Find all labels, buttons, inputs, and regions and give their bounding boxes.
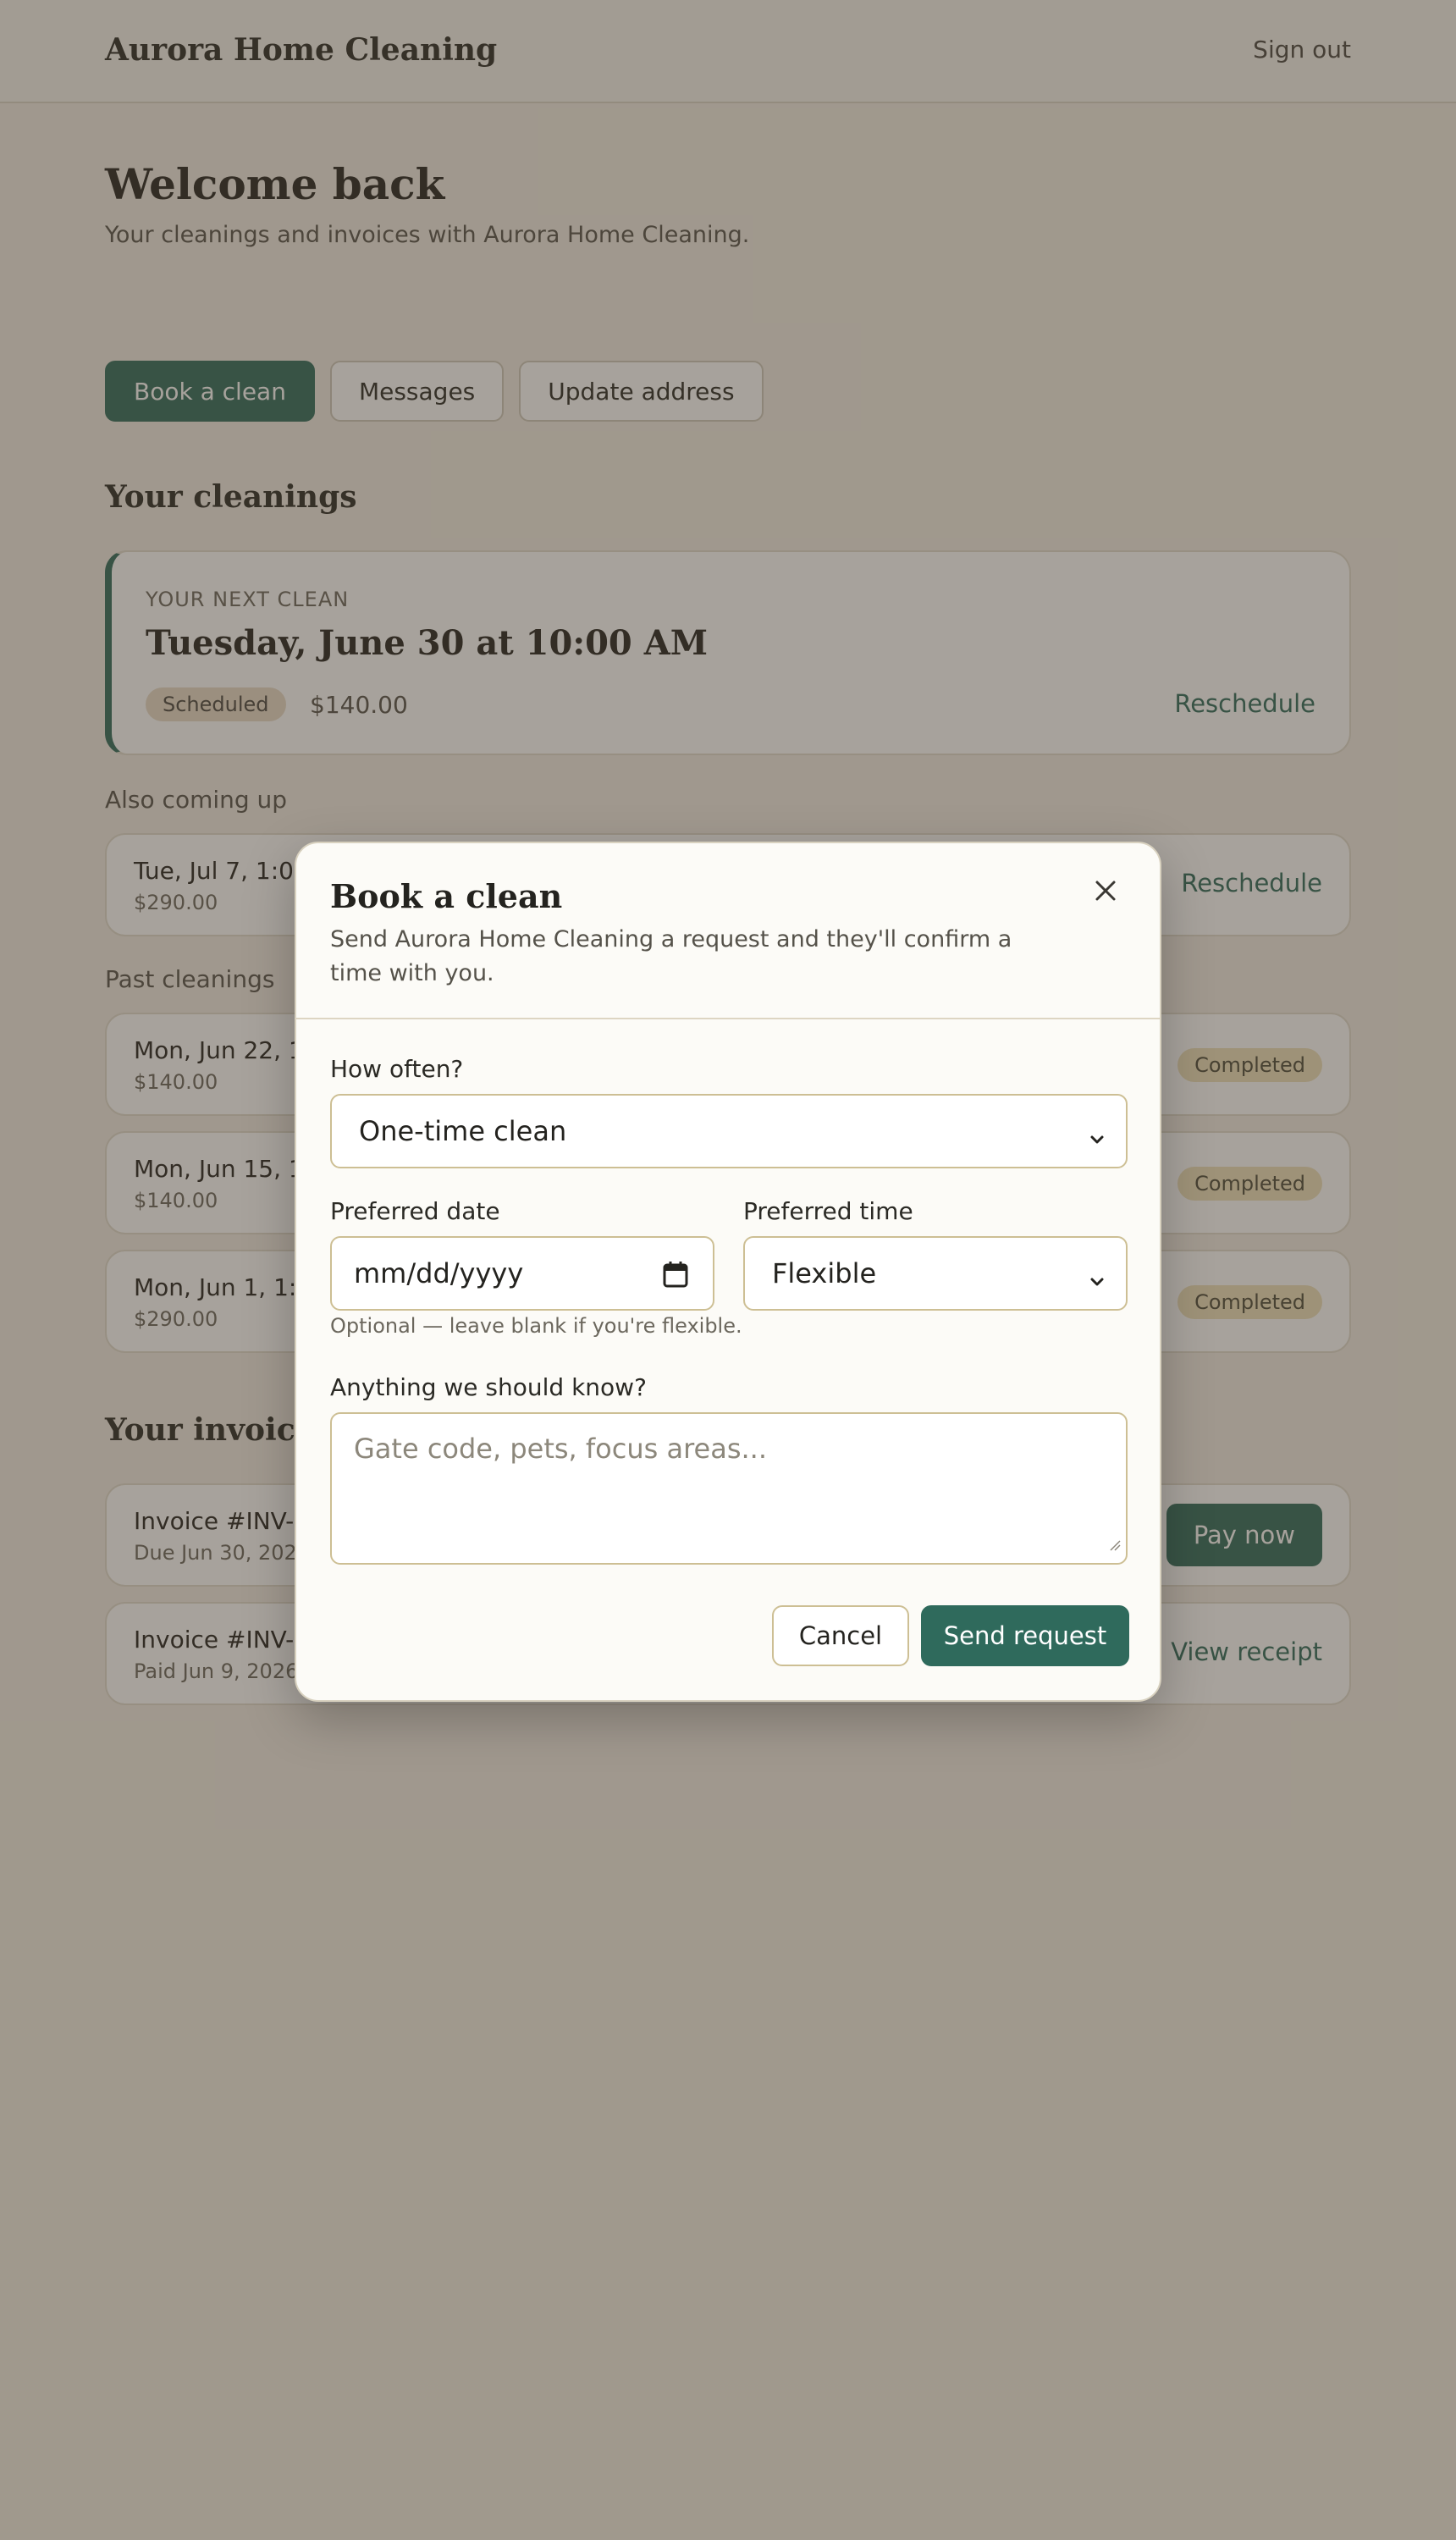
- cancel-button[interactable]: Cancel: [772, 1605, 909, 1666]
- send-request-button[interactable]: Send request: [921, 1605, 1129, 1666]
- frequency-select[interactable]: One-time clean: [330, 1094, 1128, 1168]
- date-placeholder: mm/dd/yyyy: [354, 1257, 524, 1289]
- notes-placeholder: Gate code, pets, focus areas...: [354, 1433, 767, 1465]
- date-hint: Optional — leave blank if you're flexibl…: [330, 1314, 742, 1338]
- dialog-title: Book a clean: [330, 877, 563, 915]
- notes-textarea[interactable]: Gate code, pets, focus areas...: [330, 1412, 1128, 1565]
- dialog-description: Send Aurora Home Cleaning a request and …: [330, 926, 1012, 986]
- preferred-time-select[interactable]: Flexible: [743, 1236, 1128, 1311]
- resize-handle-icon[interactable]: [1107, 1526, 1121, 1558]
- chevron-down-icon: [1089, 1123, 1106, 1155]
- frequency-label: How often?: [330, 1055, 464, 1083]
- close-icon[interactable]: [1085, 870, 1126, 911]
- notes-label: Anything we should know?: [330, 1373, 647, 1401]
- time-value: Flexible: [772, 1257, 877, 1289]
- preferred-date-label: Preferred date: [330, 1197, 500, 1225]
- preferred-time-label: Preferred time: [743, 1197, 913, 1225]
- preferred-date-input[interactable]: mm/dd/yyyy: [330, 1236, 714, 1311]
- book-clean-dialog: Book a clean Send Aurora Home Cleaning a…: [295, 842, 1161, 1702]
- dialog-divider: [296, 1018, 1160, 1019]
- calendar-icon[interactable]: [662, 1260, 689, 1295]
- chevron-down-icon: [1089, 1265, 1106, 1297]
- frequency-value: One-time clean: [359, 1115, 567, 1147]
